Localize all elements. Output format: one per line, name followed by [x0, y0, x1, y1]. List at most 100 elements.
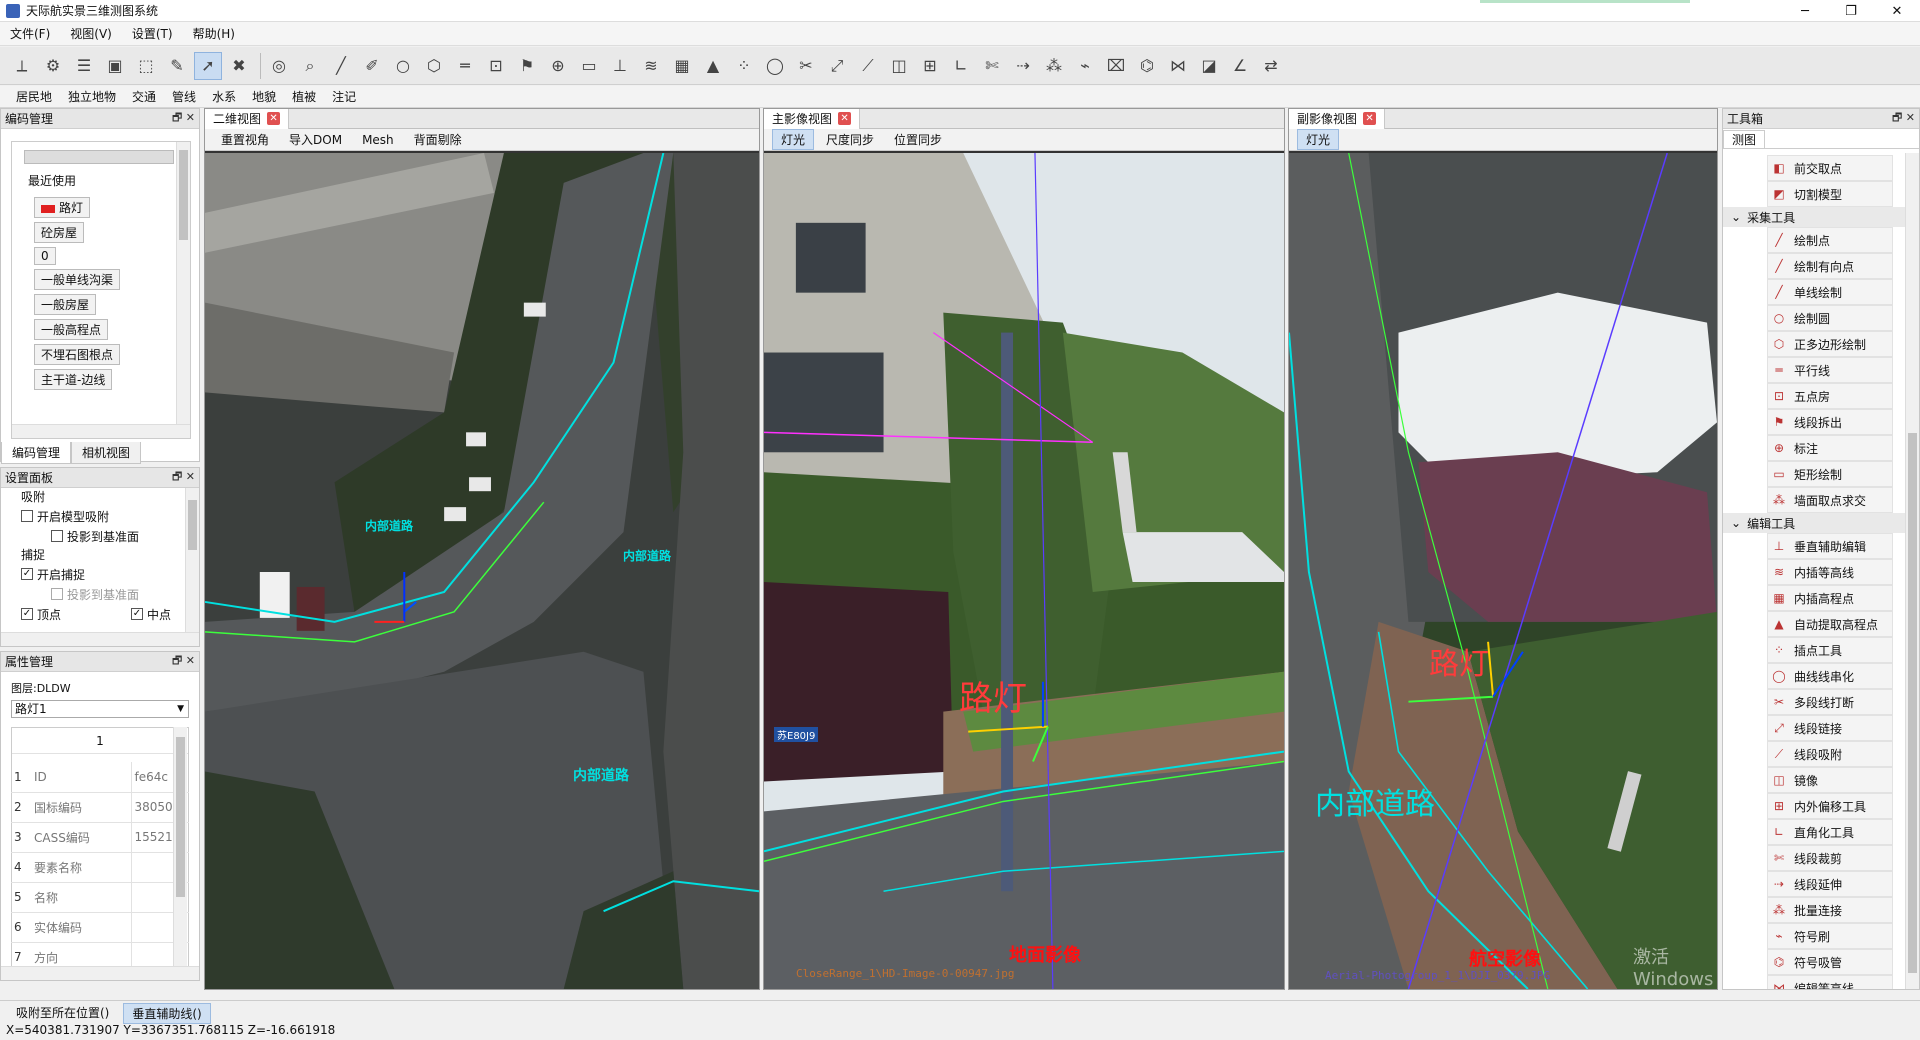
- code-item-2[interactable]: 0: [34, 247, 56, 265]
- code-item-6[interactable]: 不埋石图根点: [34, 344, 121, 365]
- line-icon[interactable]: ╱: [327, 52, 355, 80]
- backface-cull-button[interactable]: 背面剔除: [406, 130, 470, 149]
- tool-polyline-break[interactable]: ✂ 多段线打断: [1767, 689, 1893, 715]
- tool-segment-extract[interactable]: ⚑ 线段拆出: [1767, 409, 1893, 435]
- table-row[interactable]: 2 国标编码 38050: [11, 792, 189, 823]
- minimize-icon[interactable]: ─: [1782, 0, 1828, 22]
- vertical-helper-button[interactable]: 垂直辅助线(): [123, 1003, 211, 1024]
- orthogonal-icon[interactable]: ∟: [947, 52, 975, 80]
- code-scrollbar[interactable]: [176, 142, 190, 438]
- layer-pipeline[interactable]: 管线: [164, 88, 204, 105]
- tab-main-image[interactable]: 主影像视图 ✕: [764, 109, 861, 129]
- tab-2d-view[interactable]: 二维视图 ✕: [205, 109, 290, 129]
- eraser-icon[interactable]: ✎: [163, 52, 191, 80]
- tool-cut-model[interactable]: ◩ 切割模型: [1767, 181, 1893, 207]
- trim-icon[interactable]: ✄: [978, 52, 1006, 80]
- feature-select[interactable]: 路灯1 ▼: [11, 700, 189, 718]
- reset-view-button[interactable]: 重置视角: [213, 130, 277, 149]
- delete-icon[interactable]: ✖: [225, 52, 253, 80]
- layer-residential[interactable]: 居民地: [8, 88, 60, 105]
- table-row[interactable]: 1 ID fe64c: [11, 762, 189, 793]
- mesh-button[interactable]: Mesh: [354, 132, 402, 148]
- tab-sub-image[interactable]: 副影像视图 ✕: [1289, 109, 1386, 129]
- rect-icon[interactable]: ▭: [575, 52, 603, 80]
- sub-image-canvas[interactable]: 路灯 内部道路 航空影像 Aerial-Photogroup_1_1\DJI_0…: [1289, 153, 1717, 989]
- view-2d-canvas[interactable]: 内部道路 内部道路 内部道路: [205, 153, 759, 989]
- extend-icon[interactable]: ⇢: [1009, 52, 1037, 80]
- panel-controls-icon[interactable]: 🗗 ✕: [172, 468, 195, 487]
- tool-orthogonalize[interactable]: ∟ 直角化工具: [1767, 819, 1893, 845]
- pen-icon[interactable]: ✐: [358, 52, 386, 80]
- lighting-button[interactable]: 灯光: [772, 129, 815, 150]
- box-icon[interactable]: ⌧: [1102, 52, 1130, 80]
- snap-to-position-button[interactable]: 吸附至所在位置(): [8, 1003, 117, 1024]
- close-icon[interactable]: ✕: [1874, 0, 1920, 22]
- tool-curve-linestring[interactable]: ◯ 曲线线串化: [1767, 663, 1893, 689]
- code-item-4[interactable]: 一般房屋: [34, 294, 97, 315]
- code-item-0[interactable]: 路灯: [34, 197, 91, 218]
- network-icon[interactable]: ⌬: [1133, 52, 1161, 80]
- code-item-3[interactable]: 一般单线沟渠: [34, 269, 121, 290]
- tool-annotate[interactable]: ⊕ 标注: [1767, 435, 1893, 461]
- tool-offset[interactable]: ⊞ 内外偏移工具: [1767, 793, 1893, 819]
- close-tab-icon[interactable]: ✕: [838, 112, 852, 125]
- checkbox-vertex[interactable]: ✓ 顶点: [21, 606, 61, 623]
- layer-water[interactable]: 水系: [204, 88, 244, 105]
- scatter-icon[interactable]: ⁘: [730, 52, 758, 80]
- layer-vegetation[interactable]: 植被: [284, 88, 324, 105]
- tool-mirror[interactable]: ◫ 镜像: [1767, 767, 1893, 793]
- layer-independent[interactable]: 独立地物: [60, 88, 124, 105]
- sub-lighting-button[interactable]: 灯光: [1297, 129, 1340, 150]
- tool-batch-connect[interactable]: ⁂ 批量连接: [1767, 897, 1893, 923]
- ring-icon[interactable]: ◯: [761, 52, 789, 80]
- five-point-icon[interactable]: ⊡: [482, 52, 510, 80]
- settings-hscrollbar[interactable]: [1, 632, 199, 646]
- scale-sync-button[interactable]: 尺度同步: [818, 130, 882, 149]
- tool-polygon[interactable]: ⬡ 正多边形绘制: [1767, 331, 1893, 357]
- point-tool-icon[interactable]: ⟂: [8, 52, 36, 80]
- tool-draw-circle[interactable]: ○ 绘制圆: [1767, 305, 1893, 331]
- graph-icon[interactable]: ⋈: [1164, 52, 1192, 80]
- tool-rectangle[interactable]: ▭ 矩形绘制: [1767, 461, 1893, 487]
- tab-code-management[interactable]: 编码管理: [1, 442, 72, 464]
- tool-auto-elevation[interactable]: ▲ 自动提取高程点: [1767, 611, 1893, 637]
- tab-mapping[interactable]: 测图: [1723, 129, 1766, 148]
- batch-icon[interactable]: ⁂: [1040, 52, 1068, 80]
- zoom-icon[interactable]: ⌕: [296, 52, 324, 80]
- layer-landform[interactable]: 地貌: [244, 88, 284, 105]
- checkbox-model-snap[interactable]: 开启模型吸附: [21, 506, 187, 526]
- tool-segment-trim[interactable]: ✄ 线段裁剪: [1767, 845, 1893, 871]
- table-row[interactable]: 6 实体编码: [11, 912, 189, 943]
- panel-controls-icon[interactable]: 🗗 ✕: [172, 652, 195, 671]
- swap-icon[interactable]: ⇄: [1257, 52, 1285, 80]
- settings-tool-icon[interactable]: ⚙: [39, 52, 67, 80]
- checkbox-project-2[interactable]: 投影到基准面: [21, 584, 187, 604]
- main-image-canvas[interactable]: 路灯 地面影像 CloseRange_1\HD-Image-0-00947.jp…: [764, 153, 1284, 989]
- code-hscrollbar[interactable]: [12, 424, 190, 438]
- snap-icon[interactable]: ⟋: [854, 52, 882, 80]
- tool-parallel[interactable]: ═ 平行线: [1767, 357, 1893, 383]
- checkbox-project-1[interactable]: 投影到基准面: [21, 526, 187, 546]
- code-item-1[interactable]: 砼房屋: [34, 222, 85, 243]
- restore-icon[interactable]: ❐: [1828, 0, 1874, 22]
- table-row[interactable]: 3 CASS编码 15521: [11, 822, 189, 853]
- flag-icon[interactable]: ⚑: [513, 52, 541, 80]
- checkbox-midpoint[interactable]: ✓ 中点: [130, 606, 171, 623]
- menu-help[interactable]: 帮助(H): [183, 25, 245, 42]
- tool-edit-contour[interactable]: ⋈ 编辑等高线: [1767, 975, 1893, 989]
- table-row[interactable]: 5 名称: [11, 882, 189, 913]
- menu-settings[interactable]: 设置(T): [122, 25, 183, 42]
- code-search-input[interactable]: [24, 150, 174, 164]
- circle-icon[interactable]: ○: [389, 52, 417, 80]
- menu-file[interactable]: 文件(F): [0, 25, 60, 42]
- layer-traffic[interactable]: 交通: [124, 88, 164, 105]
- annotation-icon[interactable]: ⊕: [544, 52, 572, 80]
- parallel-icon[interactable]: ═: [451, 52, 479, 80]
- layers-icon[interactable]: ☰: [70, 52, 98, 80]
- angle-icon[interactable]: ∠: [1226, 52, 1254, 80]
- tool-interp-contour[interactable]: ≋ 内插等高线: [1767, 559, 1893, 585]
- attr-hscrollbar[interactable]: [1, 966, 199, 980]
- offset-icon[interactable]: ⊞: [916, 52, 944, 80]
- select-tool-icon[interactable]: ⬚: [132, 52, 160, 80]
- tool-segment-extend[interactable]: ⇢ 线段延伸: [1767, 871, 1893, 897]
